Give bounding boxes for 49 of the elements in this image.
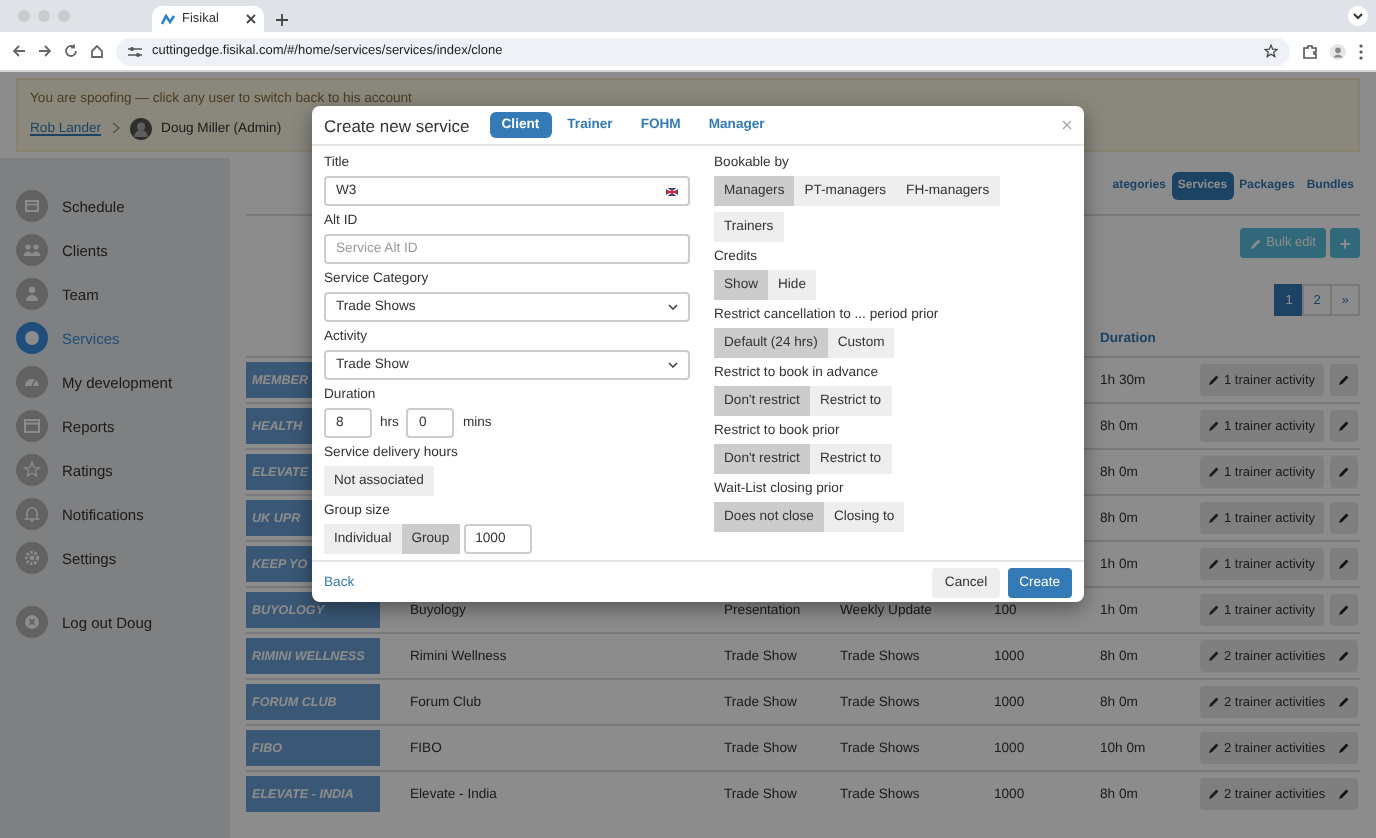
menu-icon[interactable] <box>1358 43 1364 59</box>
forward-icon[interactable] <box>38 44 52 58</box>
dialog-title: Create new service <box>324 115 470 135</box>
edit-button[interactable] <box>1330 640 1358 672</box>
site-settings-icon[interactable] <box>128 45 142 57</box>
star-icon[interactable] <box>1264 44 1278 58</box>
back-icon[interactable] <box>12 44 26 58</box>
close-tab-icon[interactable] <box>246 14 256 24</box>
pencil-icon <box>1338 374 1350 386</box>
pencil-icon <box>1338 788 1350 800</box>
edit-button[interactable] <box>1330 502 1358 534</box>
pencil-icon <box>1338 650 1350 662</box>
edit-button[interactable] <box>1330 778 1358 810</box>
people-icon <box>16 234 48 266</box>
pencil-icon <box>1338 558 1350 570</box>
edit-button[interactable] <box>1330 548 1358 580</box>
bell-icon <box>16 498 48 530</box>
chevron-icon <box>111 122 120 134</box>
puzzle-icon[interactable] <box>1302 43 1318 59</box>
tab-list-icon[interactable] <box>1348 6 1368 26</box>
flag-icon <box>666 187 678 195</box>
pencil-icon <box>1338 420 1350 432</box>
edit-button[interactable] <box>1330 410 1358 442</box>
pencil-icon <box>1338 742 1350 754</box>
new-tab-icon[interactable] <box>276 14 288 26</box>
person-icon <box>16 278 48 310</box>
pencil-icon <box>1338 696 1350 708</box>
window-icon <box>16 410 48 442</box>
edit-button[interactable] <box>1330 364 1358 396</box>
gauge-icon <box>16 366 48 398</box>
dot-icon <box>16 322 48 354</box>
calendar-icon <box>16 190 48 222</box>
pencil-icon <box>1338 512 1350 524</box>
avatar-icon <box>129 117 152 139</box>
caret-icon <box>668 362 678 368</box>
caret-icon <box>668 304 678 310</box>
edit-button[interactable] <box>1330 594 1358 626</box>
gear-icon <box>16 542 48 574</box>
edit-button[interactable] <box>1330 732 1358 764</box>
home-icon[interactable] <box>90 44 104 58</box>
site-logo-icon <box>160 13 176 25</box>
pencil-icon <box>1338 604 1350 616</box>
pencil-icon <box>1250 237 1263 249</box>
profile-icon[interactable] <box>1330 43 1346 59</box>
reload-icon[interactable] <box>64 44 78 58</box>
pencil-icon <box>1338 466 1350 478</box>
edit-button[interactable] <box>1330 686 1358 718</box>
close-circle-icon <box>16 606 48 638</box>
edit-button[interactable] <box>1330 456 1358 488</box>
